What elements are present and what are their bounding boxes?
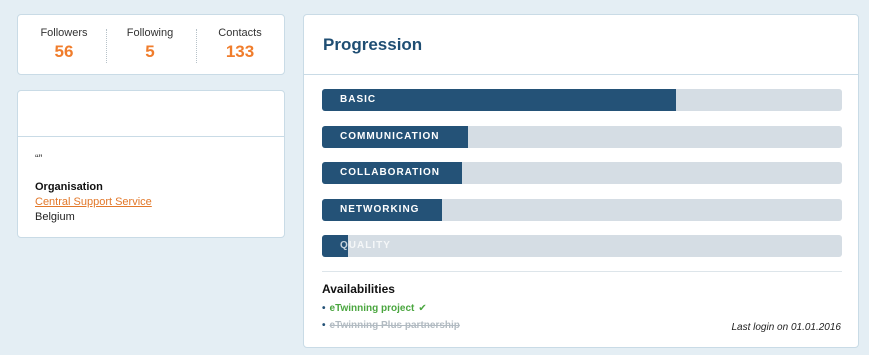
progression-header: Progression: [304, 15, 858, 75]
bullet-icon: •: [322, 320, 326, 331]
profile-quote: “”: [35, 153, 43, 165]
following-count: 5: [145, 42, 155, 61]
availability-label: eTwinning project: [329, 303, 415, 314]
progress-label: COLLABORATION: [340, 167, 441, 178]
contacts-stat[interactable]: Contacts 133: [208, 27, 272, 69]
check-icon: ✔: [418, 303, 427, 314]
following-label: Following: [126, 27, 174, 39]
availability-etwinning-plus: • eTwinning Plus partnership: [322, 320, 460, 331]
progress-bar-networking: NETWORKING: [322, 198, 842, 221]
profile-header: [18, 91, 284, 137]
progress-bar-quality: QUALITY: [322, 235, 842, 257]
stats-card: Followers 56 Following 5 Contacts 133: [17, 14, 285, 75]
followers-label: Followers: [40, 27, 88, 39]
progress-label: QUALITY: [340, 240, 391, 251]
stat-divider: [196, 29, 197, 63]
last-login-text: Last login on 01.01.2016: [731, 322, 841, 333]
contacts-count: 133: [225, 42, 255, 61]
followers-stat[interactable]: Followers 56: [32, 27, 96, 69]
profile-card: “” Organisation Central Support Service …: [17, 90, 285, 238]
progression-card: Progression BASIC COMMUNICATION COLLABOR…: [303, 14, 859, 348]
contacts-label: Contacts: [218, 27, 262, 39]
progress-label: BASIC: [340, 94, 377, 105]
following-stat[interactable]: Following 5: [118, 27, 182, 69]
organisation-country: Belgium: [35, 211, 75, 223]
progress-bar-collaboration: COLLABORATION: [322, 162, 842, 184]
progress-bar-basic: BASIC: [322, 89, 842, 111]
followers-count: 56: [54, 42, 74, 61]
section-divider: [322, 271, 842, 272]
progress-bar-communication: COMMUNICATION: [322, 125, 842, 148]
bullet-icon: •: [322, 303, 326, 314]
progress-label: COMMUNICATION: [340, 130, 440, 142]
availabilities-title: Availabilities: [322, 282, 395, 296]
availability-etwinning-project: • eTwinning project ✔: [322, 303, 427, 314]
progress-bar-list: BASIC COMMUNICATION COLLABORATION NETWOR…: [322, 89, 842, 272]
availability-label: eTwinning Plus partnership: [329, 320, 460, 331]
stat-divider: [106, 29, 107, 63]
progress-label: NETWORKING: [340, 203, 420, 215]
organisation-link[interactable]: Central Support Service: [35, 196, 152, 208]
organisation-label: Organisation: [35, 181, 103, 193]
progression-title: Progression: [323, 35, 423, 54]
